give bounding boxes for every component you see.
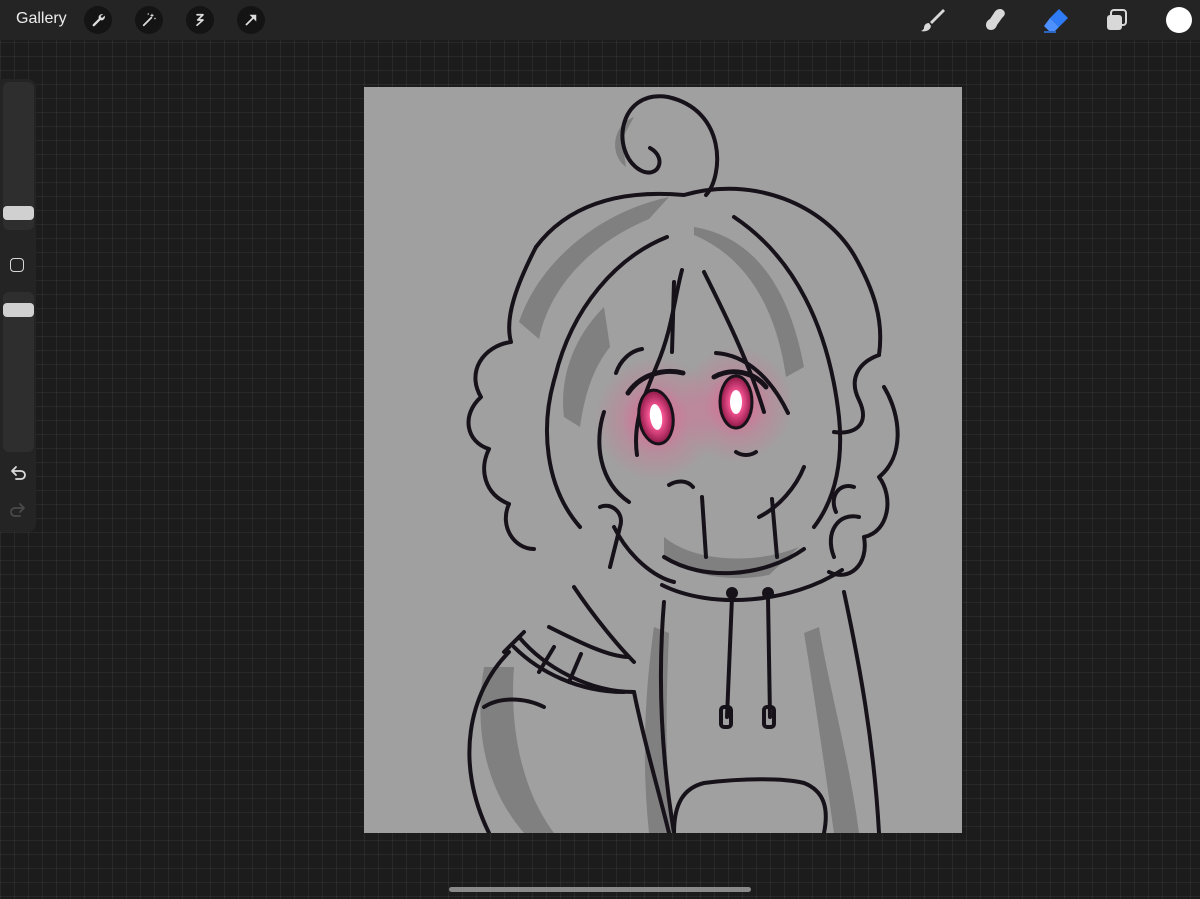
layers-icon xyxy=(1107,9,1127,30)
eraser-tool-button[interactable] xyxy=(1040,4,1072,36)
color-icon[interactable] xyxy=(1166,7,1192,33)
opacity-knob[interactable] xyxy=(3,303,34,317)
drawing-canvas[interactable] xyxy=(364,87,962,833)
left-sidebar xyxy=(0,79,36,532)
eraser-icon xyxy=(1044,9,1068,33)
smudge-tool-button[interactable] xyxy=(978,4,1010,36)
selection-icon xyxy=(196,13,204,27)
brush-size-knob[interactable] xyxy=(3,206,34,220)
transform-button[interactable] xyxy=(237,6,265,34)
gallery-button[interactable]: Gallery xyxy=(16,10,67,28)
home-indicator[interactable] xyxy=(449,887,751,892)
smudge-icon xyxy=(986,9,1005,30)
wrench-icon xyxy=(92,14,105,27)
transform-arrow-icon xyxy=(245,14,257,26)
selection-button[interactable] xyxy=(186,6,214,34)
layers-button[interactable] xyxy=(1101,4,1133,36)
brush-icon xyxy=(921,9,945,32)
modify-button[interactable] xyxy=(10,258,24,272)
brush-tool-button[interactable] xyxy=(917,4,949,36)
magic-wand-icon xyxy=(142,13,156,27)
top-toolbar: Gallery xyxy=(0,0,1200,40)
artwork xyxy=(466,94,900,833)
redo-icon[interactable] xyxy=(8,500,28,520)
adjustments-button[interactable] xyxy=(135,6,163,34)
undo-icon[interactable] xyxy=(8,463,28,483)
actions-button[interactable] xyxy=(84,6,112,34)
